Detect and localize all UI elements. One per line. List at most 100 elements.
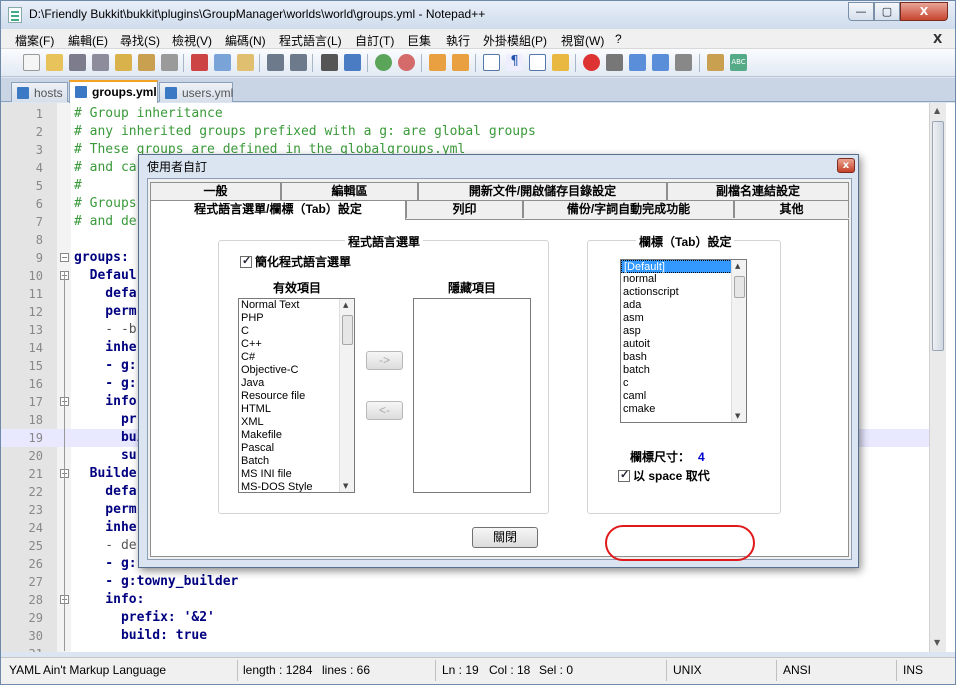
list-item[interactable]: c xyxy=(621,377,746,390)
code-line[interactable]: 28 info: xyxy=(1,591,929,609)
tab-settings-language-list[interactable]: [Default] normal actionscript ada asm asp auto… xyxy=(620,259,747,423)
list-item[interactable]: Objective-C xyxy=(239,364,354,377)
replace-by-space-checkbox[interactable]: 以 space 取代 xyxy=(618,467,710,484)
tab-editing[interactable]: 編輯區 xyxy=(281,182,418,200)
list-item[interactable]: PHP xyxy=(239,312,354,325)
list-item[interactable]: bash xyxy=(621,351,746,364)
save-icon[interactable] xyxy=(69,54,86,71)
list-item[interactable]: batch xyxy=(621,364,746,377)
tab-file-association[interactable]: 副檔名連結設定 xyxy=(667,182,849,200)
tab-print[interactable]: 列印 xyxy=(406,200,523,218)
list-item[interactable]: Normal Text xyxy=(239,299,354,312)
list-item[interactable]: C xyxy=(239,325,354,338)
record-macro-icon[interactable] xyxy=(583,54,600,71)
menu-view[interactable]: 檢視(V) xyxy=(172,32,212,49)
menu-macro[interactable]: 巨集 xyxy=(407,32,431,49)
minimize-button[interactable]: — xyxy=(848,2,874,21)
stop-macro-icon[interactable] xyxy=(606,54,623,71)
scroll-down-icon[interactable]: ▼ xyxy=(735,412,740,420)
menu-run[interactable]: 執行 xyxy=(446,32,470,49)
list-item[interactable]: cmake xyxy=(621,403,746,416)
scrollbar-thumb[interactable] xyxy=(734,276,745,298)
menu-file[interactable]: 檔案(F) xyxy=(15,32,54,49)
compact-language-menu-checkbox[interactable]: 簡化程式語言選單 xyxy=(240,253,351,270)
save-all-icon[interactable] xyxy=(92,54,109,71)
show-all-chars-icon[interactable]: ¶ xyxy=(506,54,523,71)
paste-icon[interactable] xyxy=(237,54,254,71)
list-item[interactable]: asm xyxy=(621,312,746,325)
word-wrap-icon[interactable] xyxy=(483,54,500,71)
list-item[interactable]: actionscript xyxy=(621,286,746,299)
hidden-languages-list[interactable] xyxy=(413,298,531,493)
code-line[interactable]: 27 - g:towny_builder xyxy=(1,573,929,591)
tab-size-value[interactable]: 4 xyxy=(698,450,705,464)
cut-icon[interactable] xyxy=(191,54,208,71)
menu-language[interactable]: 程式語言(L) xyxy=(279,32,342,49)
indent-guide-icon[interactable] xyxy=(529,54,546,71)
scroll-down-icon[interactable]: ▼ xyxy=(343,482,348,490)
tab-hosts[interactable]: hosts xyxy=(11,82,68,102)
editor-vertical-scrollbar[interactable]: ▲ ▼ xyxy=(929,103,946,652)
code-line[interactable]: 2 # any inherited groups prefixed with a … xyxy=(1,123,929,141)
available-list-scrollbar[interactable]: ▲ ▼ xyxy=(339,299,354,492)
find-icon[interactable] xyxy=(321,54,338,71)
code-line[interactable]: 31 xyxy=(1,645,929,652)
menu-window[interactable]: 視窗(W) xyxy=(561,32,604,49)
list-item[interactable]: C# xyxy=(239,351,354,364)
scrollbar-thumb[interactable] xyxy=(932,121,944,351)
sync-horizontal-icon[interactable] xyxy=(452,54,469,71)
replace-icon[interactable] xyxy=(344,54,361,71)
zoom-in-icon[interactable] xyxy=(375,54,392,71)
tab-language-menu[interactable]: 程式語言選單/欄標（Tab）設定 xyxy=(150,200,406,220)
tab-lang-list-scrollbar[interactable]: ▲ ▼ xyxy=(731,260,746,422)
sync-vertical-icon[interactable] xyxy=(429,54,446,71)
list-item[interactable]: C++ xyxy=(239,338,354,351)
window-close-button[interactable]: X xyxy=(900,2,948,21)
save-macro-icon[interactable] xyxy=(675,54,692,71)
list-item[interactable]: [Default] xyxy=(621,260,746,273)
code-line[interactable]: 1 # Group inheritance xyxy=(1,105,929,123)
code-line[interactable]: 30 build: true xyxy=(1,627,929,645)
new-file-icon[interactable] xyxy=(23,54,40,71)
list-item[interactable]: caml xyxy=(621,390,746,403)
open-file-icon[interactable] xyxy=(46,54,63,71)
menu-edit[interactable]: 編輯(E) xyxy=(68,32,108,49)
scroll-up-icon[interactable]: ▲ xyxy=(934,106,940,115)
tab-users-yml[interactable]: users.yml xyxy=(159,82,233,102)
scroll-down-icon[interactable]: ▼ xyxy=(934,638,940,647)
list-item[interactable]: MS INI file xyxy=(239,468,354,481)
tab-new-document[interactable]: 開新文件/開啟儲存目錄設定 xyxy=(418,182,667,200)
list-item[interactable]: HTML xyxy=(239,403,354,416)
fold-toggle-icon[interactable]: − xyxy=(60,253,69,262)
close-all-icon[interactable] xyxy=(138,54,155,71)
tab-groups-yml[interactable]: groups.yml xyxy=(69,80,158,103)
scrollbar-thumb[interactable] xyxy=(342,315,353,345)
scroll-up-icon[interactable]: ▲ xyxy=(343,301,348,309)
copy-icon[interactable] xyxy=(214,54,231,71)
available-languages-list[interactable]: Normal Text PHP C C++ C# Objective-C Java Resou… xyxy=(238,298,355,493)
maximize-button[interactable]: ▢ xyxy=(874,2,900,21)
list-item[interactable]: Pascal xyxy=(239,442,354,455)
play-macro-icon[interactable] xyxy=(629,54,646,71)
close-file-icon[interactable] xyxy=(115,54,132,71)
list-item[interactable]: Java xyxy=(239,377,354,390)
list-item[interactable]: normal xyxy=(621,273,746,286)
move-to-hidden-button[interactable]: -> xyxy=(366,351,403,370)
list-item[interactable]: MS-DOS Style xyxy=(239,481,354,492)
doc-close-icon[interactable]: X xyxy=(933,32,942,46)
spell-check-icon[interactable]: ABC xyxy=(730,54,747,71)
plugin-icon[interactable] xyxy=(707,54,724,71)
list-item[interactable]: Batch xyxy=(239,455,354,468)
user-lang-icon[interactable] xyxy=(552,54,569,71)
menu-help[interactable]: ? xyxy=(615,32,622,46)
run-macro-multiple-icon[interactable] xyxy=(652,54,669,71)
list-item[interactable]: ada xyxy=(621,299,746,312)
list-item[interactable]: Makefile xyxy=(239,429,354,442)
dialog-close-icon[interactable]: x xyxy=(837,158,855,173)
menu-plugins[interactable]: 外掛模組(P) xyxy=(483,32,547,49)
code-line[interactable]: 29 prefix: '&2' xyxy=(1,609,929,627)
move-to-available-button[interactable]: <- xyxy=(366,401,403,420)
print-icon[interactable] xyxy=(161,54,178,71)
tab-misc[interactable]: 其他 xyxy=(734,200,849,218)
undo-icon[interactable] xyxy=(267,54,284,71)
